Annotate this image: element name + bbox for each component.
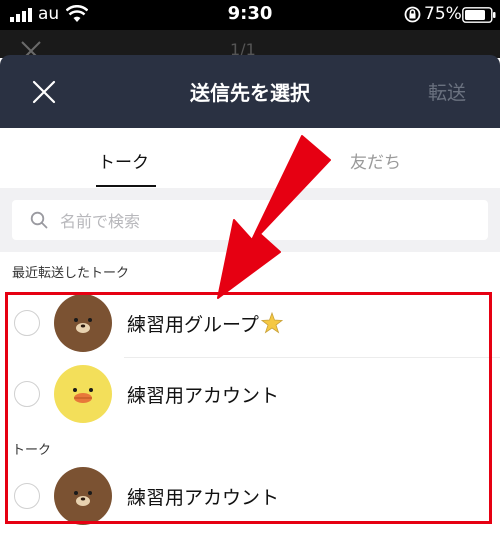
forward-button[interactable]: 転送 — [428, 78, 466, 105]
tab-friends[interactable]: 友だち — [350, 148, 401, 173]
forward-header: 送信先を選択 転送 — [0, 55, 500, 128]
status-bar: au 9:30 75% — [0, 0, 500, 30]
page-title: 送信先を選択 — [190, 81, 310, 105]
section-recent-label: 最近転送したトーク — [12, 266, 130, 281]
background-screen: 1/1 — [0, 30, 500, 61]
active-tab-indicator — [96, 185, 156, 187]
tab-talk[interactable]: トーク — [98, 148, 149, 173]
orientation-lock-icon — [404, 6, 421, 23]
search-icon — [30, 211, 48, 229]
highlight-box — [5, 292, 492, 524]
battery-icon — [462, 7, 496, 23]
red-arrow-annotation — [217, 135, 331, 299]
battery-percent: 75% — [424, 4, 462, 24]
